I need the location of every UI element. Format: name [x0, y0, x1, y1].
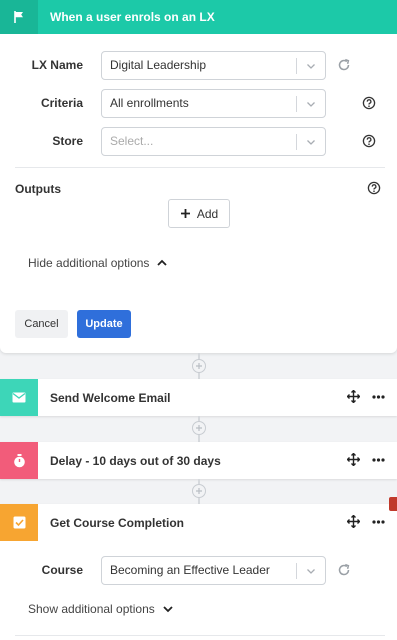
move-icon[interactable]: [347, 390, 360, 403]
step-title: Get Course Completion: [50, 515, 185, 530]
store-select[interactable]: Select...: [101, 126, 326, 156]
add-step-plus-icon[interactable]: [192, 359, 206, 373]
chevron-down-icon: [163, 606, 173, 613]
select-divider: [296, 95, 297, 112]
help-icon[interactable]: [362, 134, 376, 148]
criteria-label: Criteria: [40, 96, 83, 110]
refresh-icon[interactable]: [337, 58, 351, 72]
show-options-label: Show additional options: [28, 602, 155, 616]
add-output-button[interactable]: Add: [168, 199, 230, 228]
cancel-label: Cancel: [24, 318, 59, 330]
add-step-plus-icon[interactable]: [192, 484, 206, 498]
help-icon[interactable]: [367, 181, 381, 195]
move-icon[interactable]: [347, 515, 360, 528]
chevron-down-icon: [307, 101, 315, 107]
select-divider: [296, 57, 297, 74]
chevron-down-icon: [307, 568, 315, 574]
divider: [15, 167, 385, 168]
update-label: Update: [85, 318, 123, 330]
refresh-icon[interactable]: [337, 563, 351, 577]
more-options-icon[interactable]: [372, 457, 385, 462]
move-icon[interactable]: [347, 453, 360, 466]
hide-additional-options-toggle[interactable]: Hide additional options: [28, 256, 168, 270]
course-label: Course: [41, 563, 83, 577]
step-title: Delay - 10 days out of 30 days: [50, 453, 221, 468]
chevron-down-icon: [307, 139, 315, 145]
criteria-row: Criteria All enrollments: [0, 88, 397, 118]
show-additional-options-toggle[interactable]: Show additional options: [28, 602, 174, 616]
trigger-header: When a user enrols on an LX: [0, 0, 397, 34]
more-options-icon[interactable]: [372, 394, 385, 399]
step-title: Send Welcome Email: [50, 390, 171, 405]
trigger-title: When a user enrols on an LX: [50, 10, 215, 24]
chevron-up-icon: [157, 259, 168, 266]
help-icon[interactable]: [362, 96, 376, 110]
update-button[interactable]: Update: [77, 310, 131, 338]
step-card-send-welcome-email[interactable]: Send Welcome Email: [0, 379, 397, 416]
step-actions: [347, 390, 385, 403]
lx-name-value: Digital Leadership: [110, 58, 207, 72]
envelope-icon: [0, 379, 38, 416]
hide-options-label: Hide additional options: [28, 256, 150, 270]
step-actions: [347, 515, 385, 528]
step-actions: [347, 453, 385, 466]
lx-name-row: LX Name Digital Leadership: [0, 50, 397, 80]
course-select[interactable]: Becoming an Effective Leader: [101, 555, 326, 585]
course-row: Course Becoming an Effective Leader: [0, 555, 397, 585]
step-header[interactable]: Get Course Completion: [0, 504, 397, 541]
add-step-plus-icon[interactable]: [192, 421, 206, 435]
store-label: Store: [52, 134, 83, 148]
checkbox-icon: [0, 504, 38, 541]
cancel-button[interactable]: Cancel: [15, 310, 68, 338]
error-badge[interactable]: [389, 497, 397, 511]
criteria-value: All enrollments: [110, 96, 189, 110]
plus-icon: [180, 209, 190, 218]
select-divider: [296, 133, 297, 150]
step-card-delay[interactable]: Delay - 10 days out of 30 days: [0, 442, 397, 479]
outputs-label: Outputs: [15, 182, 61, 196]
chevron-down-icon: [307, 63, 315, 69]
lx-name-select[interactable]: Digital Leadership: [101, 50, 326, 80]
course-value: Becoming an Effective Leader: [110, 563, 270, 577]
divider: [15, 635, 385, 636]
select-divider: [296, 562, 297, 579]
add-label: Add: [196, 206, 219, 221]
stopwatch-icon: [0, 442, 38, 479]
more-options-icon[interactable]: [372, 519, 385, 524]
trigger-card: When a user enrols on an LX LX Name Digi…: [0, 0, 397, 353]
store-placeholder: Select...: [110, 134, 154, 148]
lx-name-label: LX Name: [31, 58, 83, 72]
store-row: Store Select...: [0, 126, 397, 156]
step-card-get-course-completion: Get Course Completion Course Becoming an…: [0, 504, 397, 640]
flag-icon: [0, 0, 38, 34]
criteria-select[interactable]: All enrollments: [101, 88, 326, 118]
